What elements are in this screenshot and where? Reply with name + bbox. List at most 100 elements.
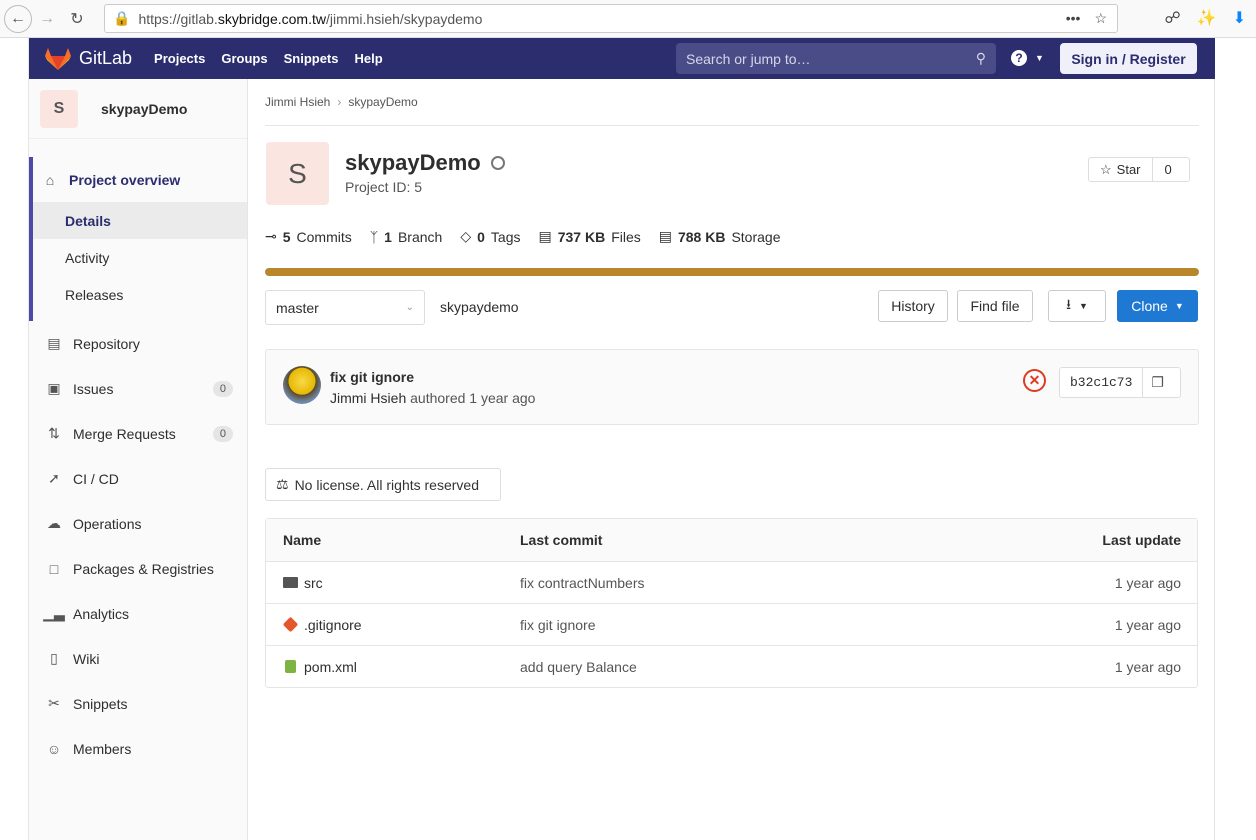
download-icon: ⭳: [1066, 296, 1071, 312]
sidebar-item-wiki[interactable]: ▯ Wiki: [29, 636, 247, 681]
chevron-down-icon: ▼: [1078, 301, 1088, 311]
sidebar-item-project-overview[interactable]: ⌂ Project overview: [33, 157, 247, 202]
sidebar-item-label: Snippets: [73, 695, 128, 712]
search-icon: ⚲: [975, 50, 986, 66]
breadcrumb-owner[interactable]: Jimmi Hsieh: [265, 95, 330, 109]
address-bar[interactable]: 🔒 https://gitlab. skybridge.com.tw/jimmi.…: [104, 4, 1118, 33]
history-button[interactable]: History: [878, 290, 948, 322]
sidebar-sub-details[interactable]: Details: [33, 202, 247, 239]
sidebar-item-issues[interactable]: ▣ Issues 0: [29, 366, 247, 411]
repo-controls: master ⌄ skypaydemo History Find file ⭳ …: [265, 290, 1199, 350]
search-input[interactable]: Search or jump to… ⚲: [676, 43, 996, 74]
license-badge[interactable]: ⚖ No license. All rights reserved: [265, 468, 501, 501]
shield-icon[interactable]: ☍: [1164, 8, 1180, 28]
sidebar-sub-activity[interactable]: Activity: [33, 239, 247, 276]
sidebar-item-analytics[interactable]: ▁▃ Analytics: [29, 591, 247, 636]
breadcrumb-project[interactable]: skypayDemo: [348, 95, 417, 109]
branch-icon: ᛉ: [369, 228, 379, 245]
file-last-commit[interactable]: fix git ignore: [520, 617, 997, 633]
nav-groups[interactable]: Groups: [213, 51, 275, 66]
sidebar-item-packages[interactable]: □ Packages & Registries: [29, 546, 247, 591]
file-last-commit[interactable]: fix contractNumbers: [520, 575, 997, 591]
star-button[interactable]: ☆ Star: [1089, 158, 1153, 181]
pipeline-failed-icon[interactable]: ✕: [1023, 369, 1046, 392]
gitlab-header: GitLab Projects Groups Snippets Help Sea…: [29, 38, 1215, 79]
file-last-update: 1 year ago: [1114, 616, 1181, 633]
commit-sha-widget: b32c1c73 ❐: [1059, 367, 1181, 398]
clone-button[interactable]: Clone ▼: [1117, 290, 1198, 322]
avatar[interactable]: [283, 366, 321, 404]
sidebar-sub-releases[interactable]: Releases: [33, 276, 247, 313]
search-placeholder: Search or jump to…: [686, 50, 811, 67]
reload-icon[interactable]: ↻: [62, 4, 92, 34]
sidebar-item-label: CI / CD: [73, 470, 119, 487]
find-file-button[interactable]: Find file: [957, 290, 1033, 322]
file-icon: ▤: [538, 228, 552, 244]
commit-meta: Jimmi Hsieh authored 1 year ago: [330, 390, 535, 406]
sidebar-item-label: Issues: [73, 380, 114, 397]
nav-snippets[interactable]: Snippets: [276, 51, 347, 66]
branch-dropdown[interactable]: master ⌄: [265, 290, 425, 325]
commits-stat[interactable]: ⊸ 5 Commits: [265, 228, 352, 245]
issues-count-badge: 0: [212, 380, 233, 397]
sidebar-item-label: Wiki: [73, 650, 100, 667]
files-stat[interactable]: ▤ 737 KB Files: [538, 228, 640, 245]
commit-title[interactable]: fix git ignore: [330, 369, 414, 385]
commits-label: Commits: [296, 228, 352, 245]
file-last-commit[interactable]: add query Balance: [520, 659, 997, 675]
sidebar-item-ci-cd[interactable]: ➚ CI / CD: [29, 456, 247, 501]
tags-stat[interactable]: ◇ 0 Tags: [460, 228, 520, 245]
commit-sha[interactable]: b32c1c73: [1060, 368, 1144, 397]
chevron-down-icon: ▼: [1035, 53, 1044, 63]
branch-label: Branch: [397, 228, 443, 245]
commit-author[interactable]: Jimmi Hsieh: [330, 390, 406, 406]
table-row[interactable]: .gitignore fix git ignore 1 year ago: [266, 603, 1197, 645]
sidebar-item-label: Operations: [73, 515, 142, 532]
tanuki-icon: [45, 47, 71, 70]
main-content: Jimmi Hsieh › skypayDemo S skypayDemo Pr…: [265, 79, 1199, 688]
signin-button[interactable]: Sign in / Register: [1060, 43, 1197, 74]
book-icon: ▤: [47, 335, 61, 351]
tags-count: 0: [477, 228, 485, 245]
star-label: Star: [1116, 162, 1141, 177]
sidebar-project-header[interactable]: S skypayDemo: [29, 79, 247, 139]
repo-path[interactable]: skypaydemo: [440, 299, 519, 315]
sidebar-item-label: Members: [73, 740, 132, 757]
file-tree-table: Name Last commit Last update src fix con…: [265, 518, 1198, 688]
chevron-down-icon: ▼: [1174, 301, 1184, 311]
page-frame: GitLab Projects Groups Snippets Help Sea…: [28, 38, 1215, 840]
file-last-update: 1 year ago: [1114, 658, 1181, 675]
file-name[interactable]: .gitignore: [304, 617, 362, 633]
branch-stat[interactable]: ᛉ 1 Branch: [370, 229, 443, 245]
wiki-icon: ▯: [50, 650, 58, 666]
table-row[interactable]: src fix contractNumbers 1 year ago: [266, 561, 1197, 603]
download-icon[interactable]: ⬇: [1233, 8, 1246, 28]
sidebar-item-repository[interactable]: ▤ Repository: [29, 321, 247, 366]
file-name[interactable]: src: [304, 575, 323, 591]
file-name[interactable]: pom.xml: [304, 659, 357, 675]
sidebar-item-label: Project overview: [69, 171, 181, 188]
git-file-icon: [282, 616, 299, 633]
merge-requests-count-badge: 0: [212, 425, 233, 442]
nav-projects[interactable]: Projects: [146, 51, 213, 66]
star-count[interactable]: 0: [1153, 162, 1184, 177]
lock-icon: 🔒: [113, 10, 131, 26]
sidebar-item-members[interactable]: ☺ Members: [29, 726, 247, 771]
forward-icon[interactable]: →: [32, 4, 62, 34]
bookmark-star-icon[interactable]: ☆: [1094, 10, 1107, 27]
help-dropdown[interactable]: ? ▼: [1011, 50, 1044, 66]
copy-icon[interactable]: ❐: [1143, 374, 1172, 391]
gitlab-logo[interactable]: GitLab: [45, 47, 146, 71]
more-icon[interactable]: •••: [1066, 10, 1081, 27]
sidebar-item-merge-requests[interactable]: ⇅ Merge Requests 0: [29, 411, 247, 456]
tag-icon: ◇: [460, 228, 472, 244]
nav-help[interactable]: Help: [347, 51, 391, 66]
sidebar-item-snippets[interactable]: ✂ Snippets: [29, 681, 247, 726]
magic-icon[interactable]: ✨: [1197, 8, 1217, 28]
back-icon[interactable]: ←: [4, 4, 32, 33]
table-row[interactable]: pom.xml add query Balance 1 year ago: [266, 645, 1197, 687]
download-dropdown-button[interactable]: ⭳ ▼: [1048, 290, 1106, 322]
sidebar-item-operations[interactable]: ☁ Operations: [29, 501, 247, 546]
files-size: 737 KB: [557, 228, 606, 245]
commit-time: authored 1 year ago: [410, 390, 536, 406]
